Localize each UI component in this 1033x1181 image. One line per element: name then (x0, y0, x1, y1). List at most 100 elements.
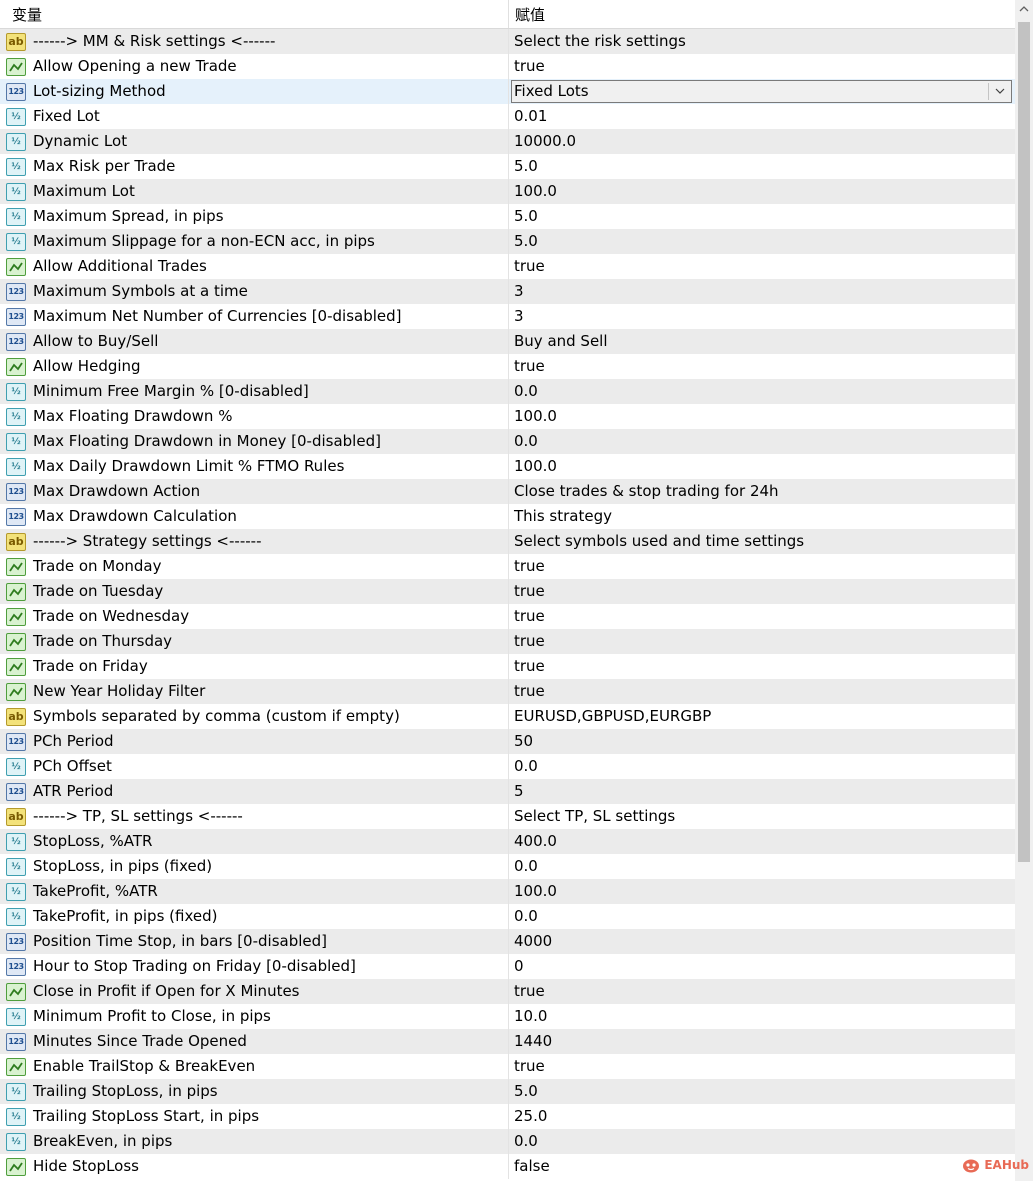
parameter-value[interactable]: 10000.0 (509, 129, 1015, 154)
parameter-name-cell[interactable]: ab ------> TP, SL settings <------ (0, 804, 509, 829)
table-row[interactable]: ab Symbols separated by comma (custom if … (0, 704, 1015, 729)
parameter-value[interactable]: 0.01 (509, 104, 1015, 129)
parameter-name-cell[interactable]: ½ Trailing StopLoss, in pips (0, 1079, 509, 1104)
parameter-value[interactable]: 400.0 (509, 829, 1015, 854)
scroll-up-icon[interactable] (1015, 0, 1033, 18)
table-row[interactable]: ½ Max Floating Drawdown % 100.0 (0, 404, 1015, 429)
table-row[interactable]: 123 Hour to Stop Trading on Friday [0-dis… (0, 954, 1015, 979)
table-row[interactable]: ½ BreakEven, in pips 0.0 (0, 1129, 1015, 1154)
table-row[interactable]: ½ Maximum Lot 100.0 (0, 179, 1015, 204)
parameter-value[interactable]: Select TP, SL settings (509, 804, 1015, 829)
parameter-value[interactable]: Close trades & stop trading for 24h (509, 479, 1015, 504)
parameter-value[interactable]: true (509, 554, 1015, 579)
parameter-value[interactable]: 0.0 (509, 429, 1015, 454)
parameter-value[interactable]: 3 (509, 304, 1015, 329)
parameter-value[interactable]: 100.0 (509, 179, 1015, 204)
parameter-name-cell[interactable]: Close in Profit if Open for X Minutes (0, 979, 509, 1004)
parameter-name-cell[interactable]: Trade on Tuesday (0, 579, 509, 604)
parameter-value[interactable]: 1440 (509, 1029, 1015, 1054)
table-row[interactable]: ½ StopLoss, %ATR 400.0 (0, 829, 1015, 854)
parameter-name-cell[interactable]: Trade on Wednesday (0, 604, 509, 629)
table-row[interactable]: ½ Minimum Profit to Close, in pips 10.0 (0, 1004, 1015, 1029)
parameter-value[interactable]: true (509, 579, 1015, 604)
parameter-name-cell[interactable]: Allow Additional Trades (0, 254, 509, 279)
parameter-value[interactable]: true (509, 54, 1015, 79)
parameter-value[interactable]: false (509, 1154, 1015, 1179)
parameter-name-cell[interactable]: 123 Max Drawdown Action (0, 479, 509, 504)
chevron-down-icon[interactable] (993, 84, 1007, 98)
parameter-value[interactable]: 0.0 (509, 854, 1015, 879)
parameter-value[interactable]: 0 (509, 954, 1015, 979)
parameter-name-cell[interactable]: ½ Max Floating Drawdown % (0, 404, 509, 429)
table-row[interactable]: ½ Fixed Lot 0.01 (0, 104, 1015, 129)
scrollbar-thumb[interactable] (1018, 22, 1030, 862)
table-row[interactable]: ½ Trailing StopLoss, in pips 5.0 (0, 1079, 1015, 1104)
lot-sizing-method-select[interactable]: Fixed Lots (511, 80, 1012, 103)
table-row[interactable]: ½ Maximum Slippage for a non-ECN acc, in … (0, 229, 1015, 254)
table-row[interactable]: ½ PCh Offset 0.0 (0, 754, 1015, 779)
table-row[interactable]: ½ Maximum Spread, in pips 5.0 (0, 204, 1015, 229)
table-row[interactable]: Enable TrailStop & BreakEven true (0, 1054, 1015, 1079)
parameter-name-cell[interactable]: ½ StopLoss, %ATR (0, 829, 509, 854)
parameter-value[interactable]: true (509, 654, 1015, 679)
table-row[interactable]: 123 ATR Period 5 (0, 779, 1015, 804)
parameter-name-cell[interactable]: 123 Allow to Buy/Sell (0, 329, 509, 354)
table-row[interactable]: Allow Opening a new Trade true (0, 54, 1015, 79)
parameter-value[interactable]: 0.0 (509, 379, 1015, 404)
parameter-value[interactable]: 10.0 (509, 1004, 1015, 1029)
table-row[interactable]: 123 Maximum Net Number of Currencies [0-d… (0, 304, 1015, 329)
parameter-value[interactable]: 100.0 (509, 454, 1015, 479)
parameter-name-cell[interactable]: ab ------> Strategy settings <------ (0, 529, 509, 554)
header-variable[interactable]: 变量 (0, 0, 509, 28)
parameter-value[interactable]: 0.0 (509, 754, 1015, 779)
vertical-scrollbar[interactable] (1015, 0, 1033, 1181)
parameter-name-cell[interactable]: 123 Hour to Stop Trading on Friday [0-dis… (0, 954, 509, 979)
parameter-value[interactable]: 0.0 (509, 1129, 1015, 1154)
parameter-name-cell[interactable]: ½ Minimum Profit to Close, in pips (0, 1004, 509, 1029)
table-row[interactable]: ½ StopLoss, in pips (fixed) 0.0 (0, 854, 1015, 879)
table-row[interactable]: Hide StopLoss false (0, 1154, 1015, 1179)
parameter-name-cell[interactable]: ½ Max Daily Drawdown Limit % FTMO Rules (0, 454, 509, 479)
parameter-value[interactable]: true (509, 604, 1015, 629)
parameter-name-cell[interactable]: 123 Minutes Since Trade Opened (0, 1029, 509, 1054)
parameter-name-cell[interactable]: ½ BreakEven, in pips (0, 1129, 509, 1154)
parameter-name-cell[interactable]: ½ TakeProfit, %ATR (0, 879, 509, 904)
table-row[interactable]: Allow Additional Trades true (0, 254, 1015, 279)
parameter-value[interactable]: 4000 (509, 929, 1015, 954)
parameter-value[interactable]: Select the risk settings (509, 29, 1015, 54)
table-row[interactable]: 123 Minutes Since Trade Opened 1440 (0, 1029, 1015, 1054)
parameter-value[interactable]: Buy and Sell (509, 329, 1015, 354)
parameter-value[interactable]: 100.0 (509, 404, 1015, 429)
parameter-name-cell[interactable]: 123 Maximum Net Number of Currencies [0-d… (0, 304, 509, 329)
table-row[interactable]: Close in Profit if Open for X Minutes tru… (0, 979, 1015, 1004)
parameter-name-cell[interactable]: ½ Max Risk per Trade (0, 154, 509, 179)
table-row[interactable]: ½ Max Risk per Trade 5.0 (0, 154, 1015, 179)
parameter-name-cell[interactable]: Enable TrailStop & BreakEven (0, 1054, 509, 1079)
parameter-name-cell[interactable]: 123 Lot-sizing Method (0, 79, 509, 104)
table-row[interactable]: ab ------> TP, SL settings <------ Select … (0, 804, 1015, 829)
table-row[interactable]: 123 Allow to Buy/Sell Buy and Sell (0, 329, 1015, 354)
parameter-value[interactable]: true (509, 354, 1015, 379)
parameter-name-cell[interactable]: ½ Maximum Slippage for a non-ECN acc, in … (0, 229, 509, 254)
table-row[interactable]: ½ TakeProfit, in pips (fixed) 0.0 (0, 904, 1015, 929)
parameter-name-cell[interactable]: ab Symbols separated by comma (custom if … (0, 704, 509, 729)
parameter-value[interactable]: 5.0 (509, 204, 1015, 229)
parameter-value[interactable]: true (509, 979, 1015, 1004)
parameter-name-cell[interactable]: ½ Trailing StopLoss Start, in pips (0, 1104, 509, 1129)
parameter-value[interactable]: This strategy (509, 504, 1015, 529)
parameter-value[interactable]: 25.0 (509, 1104, 1015, 1129)
parameter-name-cell[interactable]: 123 Max Drawdown Calculation (0, 504, 509, 529)
parameter-value[interactable]: EURUSD,GBPUSD,EURGBP (509, 704, 1015, 729)
parameter-name-cell[interactable]: ½ Minimum Free Margin % [0-disabled] (0, 379, 509, 404)
parameter-name-cell[interactable]: 123 Position Time Stop, in bars [0-disabl… (0, 929, 509, 954)
table-row[interactable]: Allow Hedging true (0, 354, 1015, 379)
parameter-value[interactable]: 3 (509, 279, 1015, 304)
parameter-value[interactable]: 5 (509, 779, 1015, 804)
table-row[interactable]: Trade on Thursday true (0, 629, 1015, 654)
table-row[interactable]: ½ Minimum Free Margin % [0-disabled] 0.0 (0, 379, 1015, 404)
parameter-value[interactable]: 100.0 (509, 879, 1015, 904)
parameter-name-cell[interactable]: ab ------> MM & Risk settings <------ (0, 29, 509, 54)
table-row[interactable]: 123 Max Drawdown Calculation This strategy (0, 504, 1015, 529)
parameter-name-cell[interactable]: New Year Holiday Filter (0, 679, 509, 704)
parameter-value[interactable]: 50 (509, 729, 1015, 754)
